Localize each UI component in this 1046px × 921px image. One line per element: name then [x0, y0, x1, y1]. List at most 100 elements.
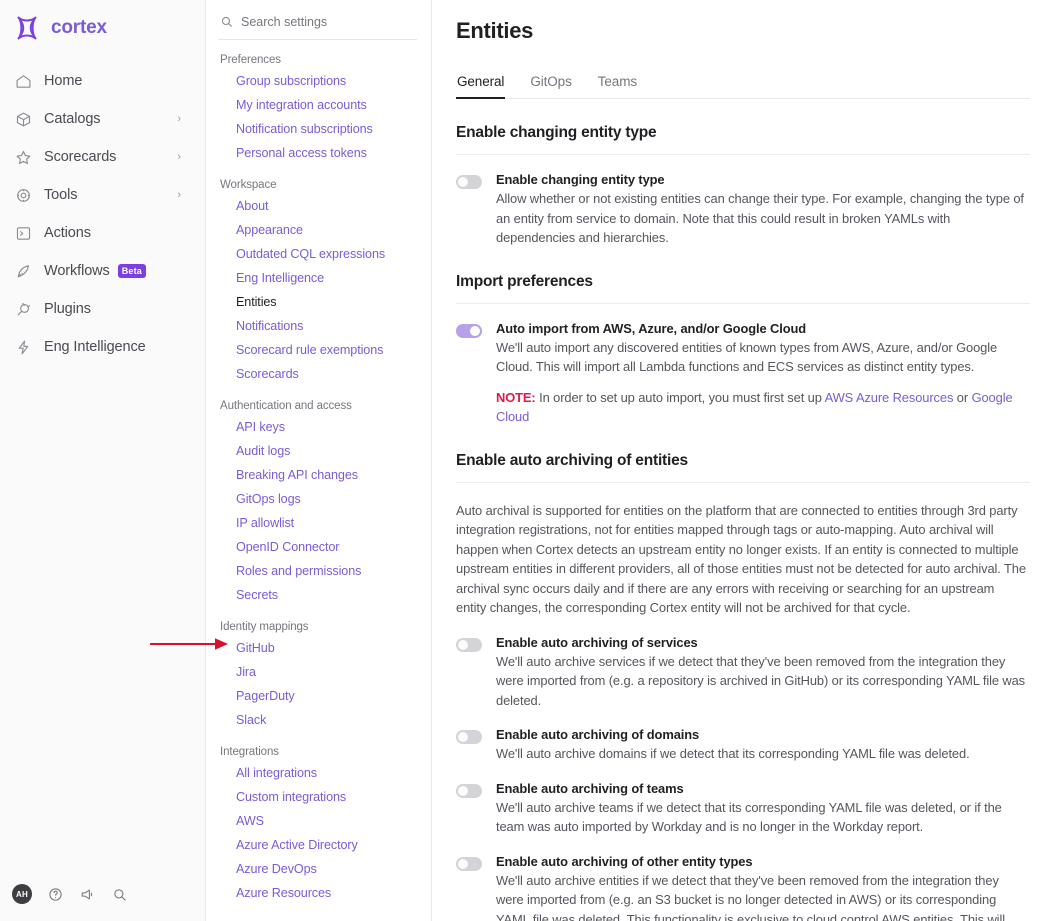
- divider: [456, 481, 1030, 483]
- settings-nav-groups: Preferences Group subscriptions My integra…: [218, 54, 417, 905]
- help-circle-icon[interactable]: [46, 885, 64, 903]
- settings-nav-item[interactable]: Secrets: [218, 583, 417, 607]
- settings-nav-item[interactable]: Slack: [218, 708, 417, 732]
- settings-nav-item[interactable]: Eng Intelligence: [218, 266, 417, 290]
- settings-nav-item[interactable]: IP allowlist: [218, 511, 417, 535]
- settings-nav-item[interactable]: Scorecards: [218, 362, 417, 386]
- sidebar-item-actions[interactable]: Actions: [0, 214, 205, 252]
- toggle-knob: [458, 858, 468, 869]
- option-description: We'll auto archive entities if we detect…: [496, 872, 1005, 921]
- option-description: We'll auto import any discovered entitie…: [496, 339, 998, 375]
- divider: [456, 154, 1030, 155]
- page-title: Entities: [456, 18, 534, 43]
- option-auto-import: Auto import from AWS, Azure, and/or Goog…: [456, 321, 1030, 427]
- note-prefix: NOTE:: [496, 389, 536, 405]
- sidebar-item-label: Catalogs: [44, 111, 101, 127]
- settings-nav-item[interactable]: OpenID Connector: [218, 535, 417, 559]
- settings-nav-item[interactable]: Personal access tokens: [218, 141, 417, 165]
- tab-teams[interactable]: Teams: [597, 74, 638, 98]
- tab-general[interactable]: General: [456, 74, 506, 99]
- settings-nav-item[interactable]: Custom integrations: [218, 785, 417, 809]
- sidebar-item-eng-intelligence[interactable]: Eng Intelligence: [0, 328, 205, 366]
- settings-nav-item[interactable]: Azure DevOps: [218, 857, 417, 881]
- chevron-right-icon: ›: [177, 188, 181, 201]
- search-icon[interactable]: [110, 885, 128, 903]
- option-body: Enable changing entity type Allow whethe…: [496, 172, 1026, 248]
- sidebar-item-label: Actions: [44, 225, 91, 241]
- option-body: Auto import from AWS, Azure, and/or Goog…: [496, 321, 1026, 427]
- settings-nav-item[interactable]: Azure Resources: [218, 881, 417, 905]
- settings-nav-item[interactable]: GitHub: [218, 636, 417, 660]
- option-label: Auto import from AWS, Azure, and/or Goog…: [496, 320, 807, 336]
- section-heading-enable-auto-archiving: Enable auto archiving of entities: [456, 451, 688, 469]
- megaphone-icon[interactable]: [78, 885, 96, 903]
- rocket-icon: [14, 262, 32, 280]
- sidebar-item-label: Home: [44, 73, 83, 89]
- toggle-auto-archiving-services[interactable]: [456, 637, 482, 652]
- sidebar-item-label: Scorecards: [44, 149, 117, 165]
- settings-nav-item[interactable]: Scorecard rule exemptions: [218, 338, 417, 362]
- settings-group-heading: Preferences: [220, 54, 281, 66]
- settings-nav-item[interactable]: Breaking API changes: [218, 463, 417, 487]
- toggle-knob: [458, 177, 468, 187]
- settings-nav-item[interactable]: Roles and permissions: [218, 559, 417, 583]
- toggle-auto-archiving-other-entity-types[interactable]: [456, 856, 482, 871]
- option-body: Enable auto archiving of other entity ty…: [496, 854, 1026, 921]
- toggle-auto-archiving-domains[interactable]: [456, 730, 482, 744]
- settings-nav-item[interactable]: Group subscriptions: [218, 69, 417, 93]
- toggle-knob: [470, 325, 480, 336]
- toggle-knob: [458, 639, 468, 650]
- settings-search[interactable]: [218, 4, 417, 40]
- option-body: Enable auto archiving of services We'll …: [496, 635, 1026, 711]
- settings-group-heading: Identity mappings: [220, 621, 309, 633]
- option-body: Enable auto archiving of teams We'll aut…: [496, 781, 1026, 837]
- settings-nav-item[interactable]: Audit logs: [218, 439, 417, 463]
- search-icon: [220, 15, 233, 28]
- sidebar-item-tools[interactable]: Tools ›: [0, 176, 205, 214]
- option-description: Allow whether or not existing entities c…: [496, 191, 1024, 245]
- toggle-auto-import[interactable]: [456, 323, 482, 338]
- link-aws-azure-resources[interactable]: AWS Azure Resources: [825, 390, 954, 405]
- primary-sidebar: cortex Home Catalogs › Scorecards › Tool…: [0, 0, 206, 921]
- toggle-enable-changing-entity-type[interactable]: [456, 175, 482, 189]
- sidebar-footer: AH: [0, 867, 206, 921]
- settings-nav-item[interactable]: About: [218, 194, 417, 218]
- sidebar-item-plugins[interactable]: Plugins: [0, 290, 205, 328]
- settings-nav-item[interactable]: Appearance: [218, 218, 417, 242]
- archiving-intro-paragraph: Auto archival is supported for entities …: [456, 502, 1026, 616]
- settings-nav-item[interactable]: AWS: [218, 809, 417, 833]
- settings-nav-item[interactable]: My integration accounts: [218, 93, 417, 117]
- sidebar-item-home[interactable]: Home: [0, 62, 205, 100]
- home-icon: [14, 72, 32, 90]
- sidebar-item-catalogs[interactable]: Catalogs ›: [0, 100, 205, 138]
- settings-nav-item[interactable]: Notifications: [218, 314, 417, 338]
- brand-logo[interactable]: cortex: [0, 0, 205, 44]
- settings-nav-item[interactable]: Outdated CQL expressions: [218, 242, 417, 266]
- lightning-icon: [14, 338, 32, 356]
- section-heading-import-preferences: Import preferences: [456, 272, 593, 290]
- app-root: cortex Home Catalogs › Scorecards › Tool…: [0, 0, 1046, 921]
- settings-nav-item[interactable]: PagerDuty: [218, 684, 417, 708]
- settings-nav-item[interactable]: Entities: [218, 290, 417, 314]
- terminal-icon: [14, 224, 32, 242]
- chevron-right-icon: ›: [177, 112, 181, 125]
- avatar[interactable]: AH: [12, 884, 32, 904]
- beta-badge: Beta: [117, 264, 147, 278]
- primary-nav-list: Home Catalogs › Scorecards › Tools › Act…: [0, 62, 205, 366]
- settings-group-heading: Authentication and access: [220, 400, 352, 412]
- toggle-auto-archiving-teams[interactable]: [456, 783, 482, 798]
- settings-nav-item[interactable]: API keys: [218, 415, 417, 439]
- settings-nav-item[interactable]: All integrations: [218, 761, 417, 785]
- tab-gitops[interactable]: GitOps: [529, 74, 572, 98]
- settings-nav-item[interactable]: GitOps logs: [218, 487, 417, 511]
- settings-nav-item[interactable]: Notification subscriptions: [218, 117, 417, 141]
- settings-nav-item[interactable]: Azure Active Directory: [218, 833, 417, 857]
- settings-nav-item[interactable]: Jira: [218, 660, 417, 684]
- star-icon: [14, 148, 32, 166]
- search-input[interactable]: [241, 14, 415, 29]
- sidebar-item-scorecards[interactable]: Scorecards ›: [0, 138, 205, 176]
- settings-group-heading: Workspace: [220, 179, 277, 191]
- option-auto-archiving-services: Enable auto archiving of services We'll …: [456, 635, 1030, 711]
- sidebar-item-workflows[interactable]: Workflows Beta: [0, 252, 205, 290]
- option-note: NOTE: In order to set up auto import, yo…: [496, 388, 1026, 427]
